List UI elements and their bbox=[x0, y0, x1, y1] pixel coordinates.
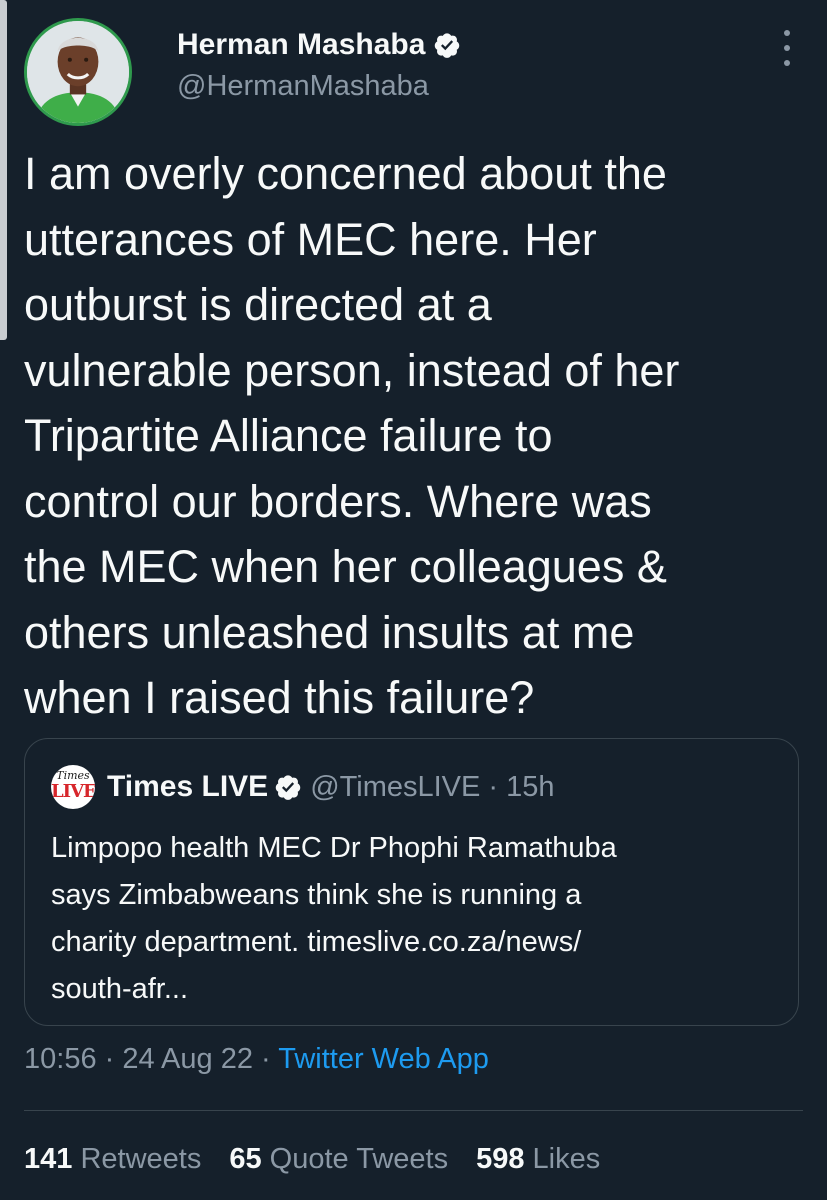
tweet-timestamp: 10:56 · 24 Aug 22 · Twitter Web App bbox=[24, 1043, 489, 1076]
time-date[interactable]: 10:56 · 24 Aug 22 · bbox=[24, 1043, 278, 1075]
source-link[interactable]: Twitter Web App bbox=[278, 1043, 489, 1075]
quoted-tweet-text: Limpopo health MEC Dr Phophi Ramathuba s… bbox=[51, 832, 617, 1005]
author-handle[interactable]: @HermanMashaba bbox=[177, 70, 461, 103]
quoted-author-name: Times LIVE bbox=[107, 770, 269, 803]
quoted-tweet-header: Times LIVE Times LIVE @TimesLIVE · 15h bbox=[51, 765, 555, 809]
quote-tweets-label: Quote Tweets bbox=[269, 1143, 449, 1175]
author-block: Herman Mashaba @HermanMashaba bbox=[177, 28, 461, 103]
divider bbox=[24, 1110, 803, 1111]
likes-count: 598 bbox=[476, 1143, 525, 1175]
author-name[interactable]: Herman Mashaba bbox=[177, 28, 425, 62]
logo-bottom-text: LIVE bbox=[51, 781, 95, 802]
retweets-label: Retweets bbox=[80, 1143, 202, 1175]
tweet-header: Herman Mashaba @HermanMashaba bbox=[22, 18, 807, 133]
quote-tweets-count: 65 bbox=[229, 1143, 262, 1175]
verified-badge-icon bbox=[275, 775, 301, 800]
quoted-tweet[interactable]: Times LIVE Times LIVE @TimesLIVE · 15h L… bbox=[24, 738, 799, 1026]
scrollbar[interactable] bbox=[0, 0, 7, 340]
quoted-handle-time: @TimesLIVE · 15h bbox=[310, 770, 555, 803]
more-options-icon[interactable] bbox=[781, 30, 793, 66]
likes-stat[interactable]: 598 Likes bbox=[476, 1143, 600, 1176]
verified-badge-icon bbox=[435, 33, 460, 58]
tweet-text: I am overly concerned about the utteranc… bbox=[24, 148, 680, 723]
timeslive-logo: Times LIVE bbox=[51, 765, 95, 809]
quote-tweets-stat[interactable]: 65 Quote Tweets bbox=[229, 1143, 448, 1176]
avatar[interactable] bbox=[24, 18, 132, 126]
engagement-stats: 141 Retweets 65 Quote Tweets 598 Likes bbox=[24, 1143, 628, 1176]
retweets-stat[interactable]: 141 Retweets bbox=[24, 1143, 201, 1176]
likes-label: Likes bbox=[532, 1143, 601, 1175]
retweets-count: 141 bbox=[24, 1143, 73, 1175]
